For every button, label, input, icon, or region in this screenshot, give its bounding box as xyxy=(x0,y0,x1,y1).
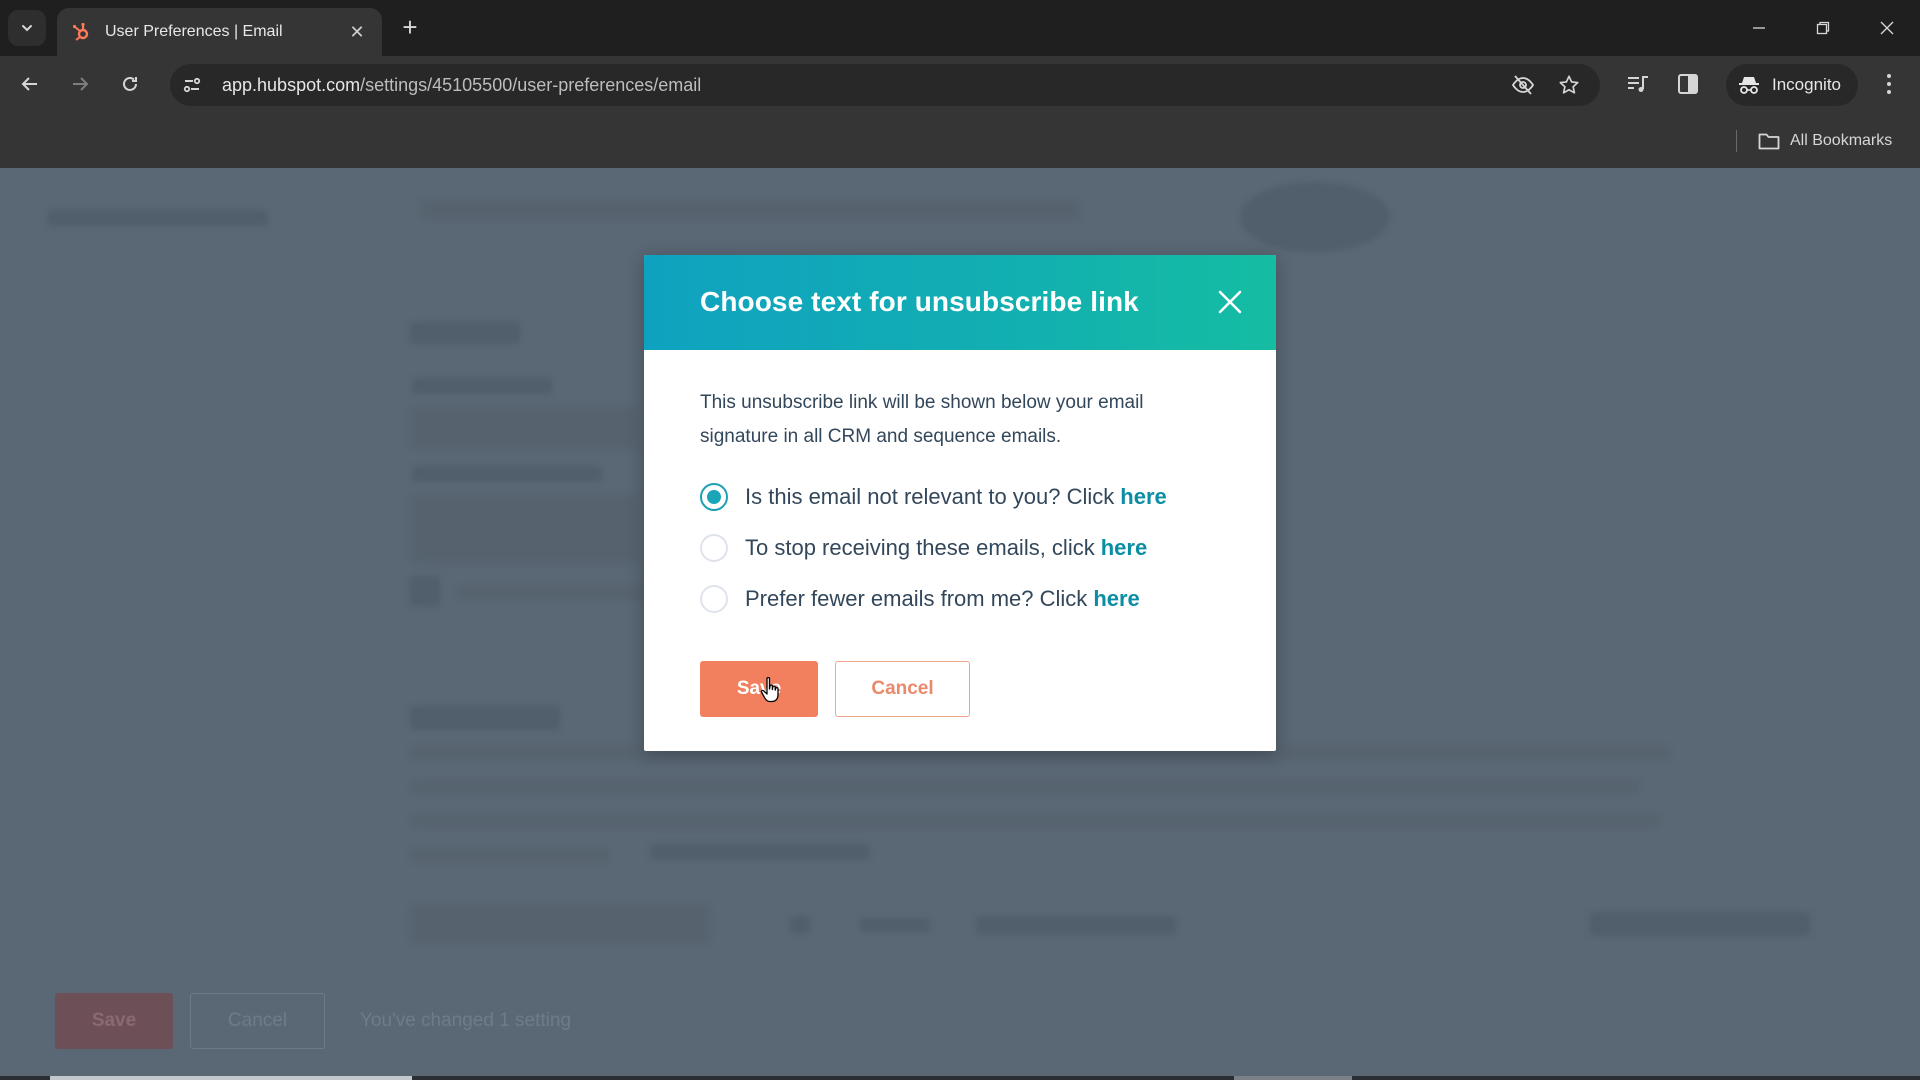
blurred-section-heading xyxy=(410,322,520,344)
browser-toolbar: app.hubspot.com/settings/45105500/user-p… xyxy=(0,56,1920,112)
reload-button[interactable] xyxy=(112,66,148,102)
dialog-title: Choose text for unsubscribe link xyxy=(700,286,1139,317)
close-icon xyxy=(1880,21,1894,35)
star-icon xyxy=(1559,75,1579,94)
arrow-left-icon xyxy=(21,77,37,91)
address-bar[interactable]: app.hubspot.com/settings/45105500/user-p… xyxy=(170,64,1600,106)
here-link[interactable]: here xyxy=(1093,586,1139,611)
blurred-icon xyxy=(790,916,810,934)
restore-button[interactable] xyxy=(1798,8,1848,48)
all-bookmarks-button[interactable]: All Bookmarks xyxy=(1758,126,1892,156)
browser-menu-button[interactable] xyxy=(1872,66,1906,102)
incognito-label: Incognito xyxy=(1772,75,1841,94)
tab-title: User Preferences | Email xyxy=(105,23,283,40)
forward-button[interactable] xyxy=(62,66,98,102)
radio-option-stop-receiving[interactable]: To stop receiving these emails, click her… xyxy=(700,531,1147,565)
blurred-checkbox xyxy=(410,576,440,606)
dialog-header: Choose text for unsubscribe link xyxy=(644,255,1276,350)
blurred-link xyxy=(650,844,870,860)
page-cancel-button: Cancel xyxy=(190,993,325,1049)
blurred-paragraph-line xyxy=(410,848,610,862)
tracking-protection-button[interactable] xyxy=(1506,68,1540,102)
page-save-button: Save xyxy=(55,993,173,1049)
kebab-menu-icon xyxy=(1887,74,1891,78)
blurred-field xyxy=(410,494,640,564)
url-path: /settings/45105500/user-preferences/emai… xyxy=(360,74,702,95)
url-host: app.hubspot.com xyxy=(222,74,361,95)
radio-button[interactable] xyxy=(700,534,728,562)
url-text: app.hubspot.com/settings/45105500/user-p… xyxy=(222,75,701,96)
incognito-icon xyxy=(1738,74,1760,96)
side-panel-button[interactable] xyxy=(1670,66,1706,102)
dialog-close-button[interactable] xyxy=(1212,284,1248,320)
dialog-save-button[interactable]: Save xyxy=(700,661,818,717)
all-bookmarks-label: All Bookmarks xyxy=(1790,132,1893,149)
radio-button[interactable] xyxy=(700,483,728,511)
scrollbar-segment xyxy=(1234,1076,1352,1080)
blurred-paragraph-line xyxy=(410,780,1640,794)
here-link[interactable]: here xyxy=(1120,484,1166,509)
site-info-icon[interactable] xyxy=(174,67,210,103)
hubspot-sprocket-icon xyxy=(71,22,91,42)
new-tab-button[interactable]: + xyxy=(396,12,424,44)
eye-slash-icon xyxy=(1511,75,1535,95)
dialog-description: This unsubscribe link will be shown belo… xyxy=(700,392,1144,447)
minimize-button[interactable] xyxy=(1734,8,1784,48)
dialog-cancel-button[interactable]: Cancel xyxy=(835,661,970,717)
changes-status-text: You've changed 1 setting xyxy=(360,1010,572,1031)
incognito-profile-button[interactable]: Incognito xyxy=(1726,64,1858,106)
blurred-input xyxy=(410,904,710,944)
bookmark-star-button[interactable] xyxy=(1552,68,1586,102)
bookmarks-divider xyxy=(1736,130,1737,152)
arrow-right-icon xyxy=(73,77,89,91)
close-icon xyxy=(1218,290,1242,314)
blurred-breadcrumb xyxy=(420,200,1080,220)
radio-button[interactable] xyxy=(700,585,728,613)
blurred-label xyxy=(412,378,552,394)
unsubscribe-link-dialog: Choose text for unsubscribe link This un… xyxy=(644,255,1276,751)
side-panel-icon xyxy=(1678,74,1698,94)
tab-strip: User Preferences | Email ✕ + xyxy=(0,0,1920,56)
blurred-field xyxy=(410,406,640,450)
radio-option-not-relevant[interactable]: Is this email not relevant to you? Click… xyxy=(700,480,1167,514)
tab-search-button[interactable] xyxy=(8,10,46,46)
back-button[interactable] xyxy=(12,66,48,102)
radio-option-fewer-emails[interactable]: Prefer fewer emails from me? Click here xyxy=(700,582,1140,616)
blurred-text xyxy=(860,918,930,932)
here-link[interactable]: here xyxy=(1101,535,1147,560)
media-controls-button[interactable] xyxy=(1620,66,1656,102)
chevron-down-icon xyxy=(22,25,32,32)
blurred-section-heading xyxy=(410,706,560,730)
radio-option-label: Prefer fewer emails from me? Click here xyxy=(745,586,1140,611)
reload-icon xyxy=(123,76,137,91)
blurred-paragraph-line xyxy=(410,814,1660,828)
playlist-music-icon xyxy=(1628,76,1648,92)
blurred-sidebar-heading xyxy=(48,210,268,226)
minimize-icon xyxy=(1753,27,1765,29)
blurred-label xyxy=(412,466,602,482)
window-close-button[interactable] xyxy=(1862,8,1912,48)
radio-option-label: Is this email not relevant to you? Click… xyxy=(745,484,1167,509)
blurred-checkbox-label xyxy=(456,586,646,600)
tab-close-icon[interactable]: ✕ xyxy=(346,22,368,43)
blurred-link xyxy=(976,916,1176,934)
horizontal-scrollbar-thumb[interactable] xyxy=(50,1076,412,1080)
radio-option-label: To stop receiving these emails, click her… xyxy=(745,535,1148,560)
bookmarks-bar: All Bookmarks xyxy=(0,112,1920,168)
folder-icon xyxy=(1758,131,1780,151)
restore-icon xyxy=(1816,21,1830,35)
blurred-illustration xyxy=(1240,182,1390,252)
browser-tab-active[interactable]: User Preferences | Email ✕ xyxy=(57,8,382,56)
blurred-button xyxy=(1590,912,1810,936)
